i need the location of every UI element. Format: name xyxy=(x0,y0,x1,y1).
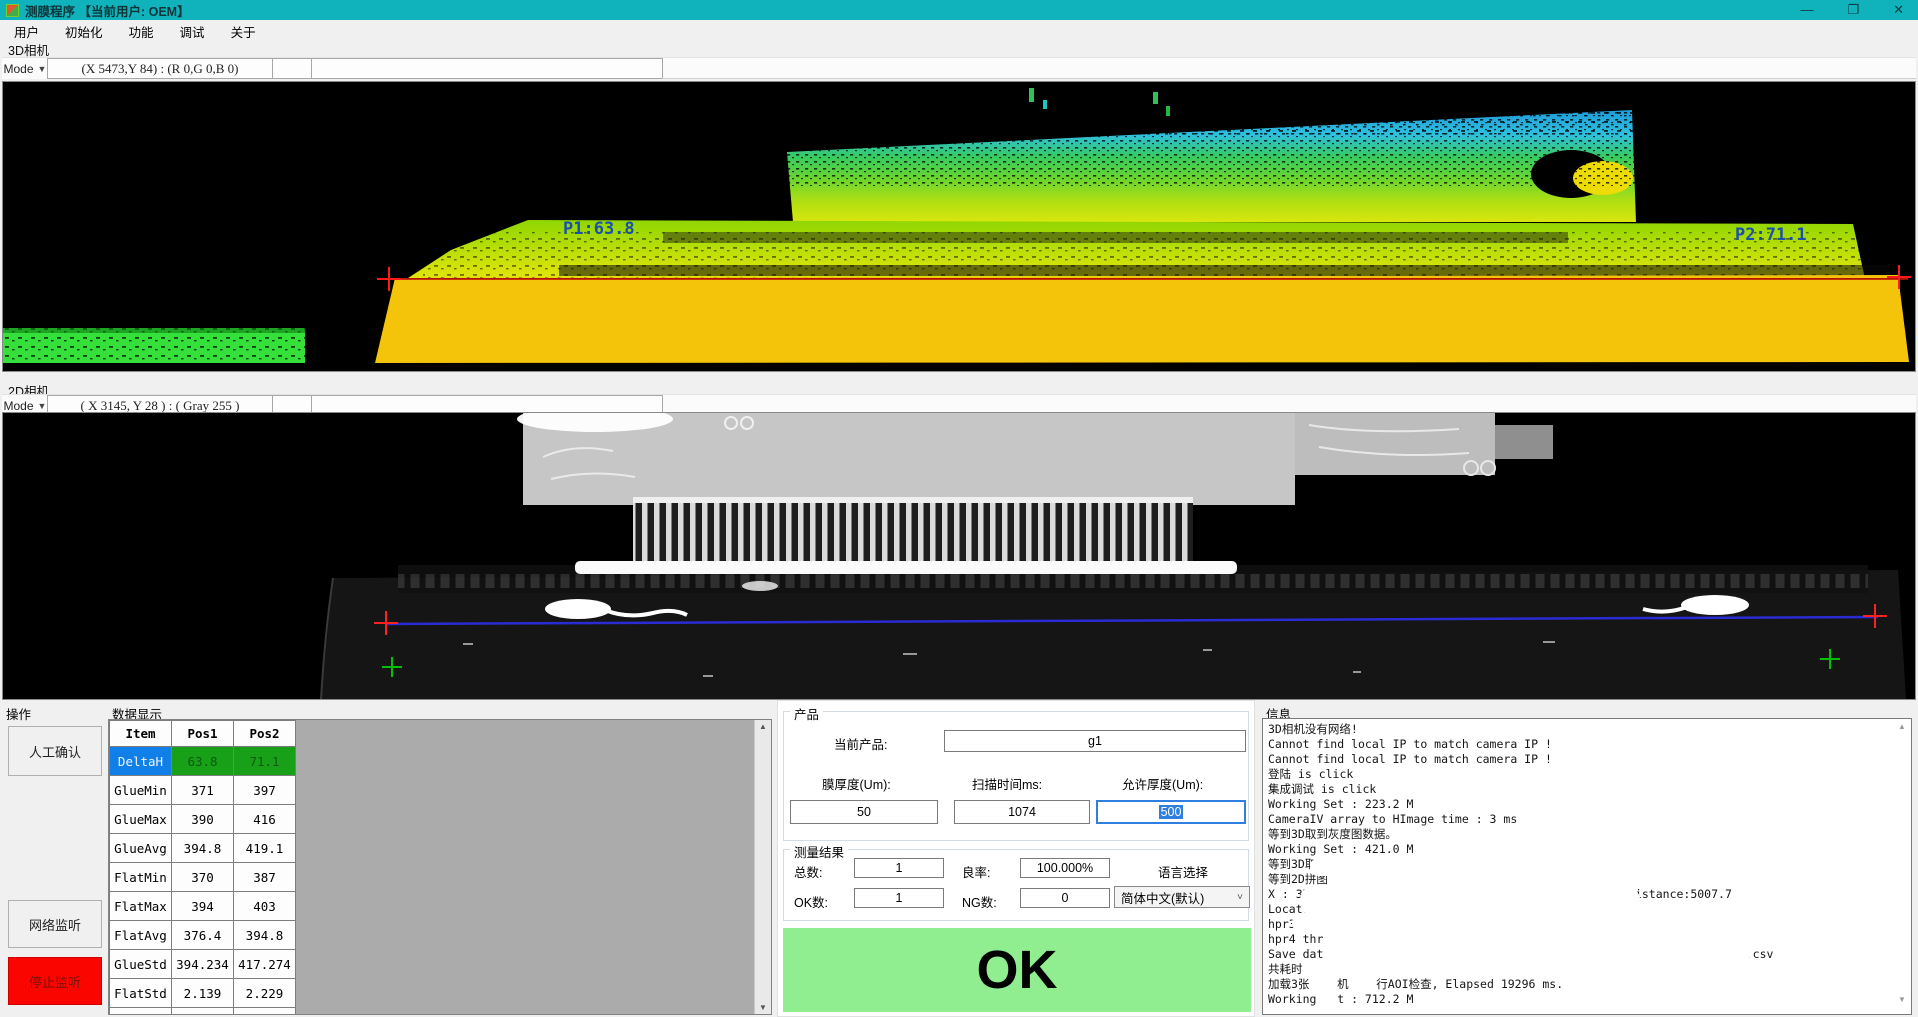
result-status-banner: OK xyxy=(783,928,1251,1012)
chevron-down-icon: ˅ xyxy=(1237,892,1243,903)
yield-label: 良率: xyxy=(962,862,990,881)
current-product-label: 当前产品: xyxy=(834,734,887,753)
scroll-down-icon[interactable]: ▼ xyxy=(759,1003,767,1012)
menu-debug[interactable]: 调试 xyxy=(180,22,205,37)
2d-grayscale-image xyxy=(3,413,1915,699)
menu-init[interactable]: 初始化 xyxy=(65,22,103,37)
redaction-blob xyxy=(1420,948,1750,964)
results-group-label: 测量结果 xyxy=(790,842,848,861)
redaction-blob xyxy=(1300,886,1640,916)
manual-confirm-button[interactable]: 人工确认 xyxy=(8,726,102,776)
current-product-field[interactable]: g1 xyxy=(944,730,1246,752)
allowed-thickness-field[interactable]: 500 xyxy=(1096,800,1246,824)
p1-measurement-label: P1:63.8 xyxy=(563,219,635,239)
yield-field[interactable]: 100.000% xyxy=(1020,858,1110,878)
table-row[interactable]: X 2583.5 7966.7 xyxy=(110,1008,296,1016)
ng-count-field[interactable]: 0 xyxy=(1020,888,1110,908)
language-label: 语言选择 xyxy=(1158,862,1208,881)
toolbar-cell xyxy=(662,58,1916,79)
table-header-row: Item Pos1 Pos2 xyxy=(110,721,296,747)
table-row[interactable]: DeltaH 63.8 71.1 xyxy=(110,747,296,776)
table-row[interactable]: FlatAvg 376.4 394.8 xyxy=(110,921,296,950)
operations-label: 操作 xyxy=(6,704,31,723)
col-pos1: Pos1 xyxy=(172,721,234,747)
measurement-table: Item Pos1 Pos2 DeltaH 63.8 71.1 GlueMin … xyxy=(109,720,296,1015)
selected-text: 500 xyxy=(1159,805,1184,819)
scroll-up-icon[interactable]: ▲ xyxy=(1898,722,1906,731)
redaction-blob xyxy=(1292,913,1447,933)
close-button[interactable]: ✕ xyxy=(1893,0,1904,20)
scan-time-field[interactable]: 1074 xyxy=(954,800,1090,824)
chevron-down-icon: ▼ xyxy=(38,64,47,74)
network-listen-button[interactable]: 网络监听 xyxy=(8,900,102,948)
app-icon xyxy=(6,4,19,17)
table-row[interactable]: GlueMin 371 397 xyxy=(110,776,296,805)
chevron-down-icon: ▼ xyxy=(38,401,47,411)
title-bar: 测膜程序 【当前用户: OEM】 — ❐ ✕ xyxy=(0,0,1918,20)
total-label: 总数: xyxy=(794,862,822,881)
table-row[interactable]: GlueMax 390 416 xyxy=(110,805,296,834)
table-row[interactable]: FlatMax 394 403 xyxy=(110,892,296,921)
menu-function[interactable]: 功能 xyxy=(129,22,154,37)
window-title: 测膜程序 【当前用户: OEM】 xyxy=(25,1,190,20)
table-row[interactable]: GlueAvg 394.8 419.1 xyxy=(110,834,296,863)
camera-3d-pixel-readout: (X 5473,Y 84) : (R 0,G 0,B 0) xyxy=(47,58,273,79)
results-group: 测量结果 总数: 1 良率: 100.000% 语言选择 OK数: 1 NG数:… xyxy=(783,849,1249,921)
allowed-thickness-label: 允许厚度(Um): xyxy=(1122,774,1203,793)
data-display-panel: Item Pos1 Pos2 DeltaH 63.8 71.1 GlueMin … xyxy=(108,719,772,1015)
camera-2d-view[interactable] xyxy=(2,412,1916,700)
ng-count-label: NG数: xyxy=(962,892,997,911)
camera-3d-toolbar: Mode ▼ (X 5473,Y 84) : (R 0,G 0,B 0) xyxy=(2,57,1916,79)
p2-measurement-label: P2:71.1 xyxy=(1735,225,1807,245)
3d-heightmap-image: P1:63.8 P2:71.1 xyxy=(3,82,1915,371)
table-row[interactable]: GlueStd 394.234 417.274 xyxy=(110,950,296,979)
table-row[interactable]: FlatStd 2.139 2.229 xyxy=(110,979,296,1008)
toolbar-cell xyxy=(272,58,312,79)
scroll-down-icon[interactable]: ▼ xyxy=(1898,995,1906,1004)
film-thickness-field[interactable]: 50 xyxy=(790,800,938,824)
camera-3d-mode-button[interactable]: Mode ▼ xyxy=(2,58,48,79)
menu-about[interactable]: 关于 xyxy=(231,22,256,37)
scan-time-label: 扫描时间ms: xyxy=(972,774,1042,793)
col-item: Item xyxy=(110,721,172,747)
table-scrollbar[interactable]: ▲ ▼ xyxy=(754,720,771,1014)
stop-listen-button[interactable]: 停止监听 xyxy=(8,957,102,1005)
product-panel: 产品 当前产品: g1 膜厚度(Um): 扫描时间ms: 允许厚度(Um): 5… xyxy=(777,700,1255,1017)
redaction-blob xyxy=(1310,858,1388,876)
minimize-button[interactable]: — xyxy=(1800,0,1813,20)
menu-user[interactable]: 用户 xyxy=(14,22,39,37)
ok-count-label: OK数: xyxy=(794,892,828,911)
menu-bar: 用户 初始化 功能 调试 关于 xyxy=(0,20,1918,39)
camera-3d-view[interactable]: P1:63.8 P2:71.1 xyxy=(2,81,1916,372)
total-field[interactable]: 1 xyxy=(854,858,944,878)
ok-count-field[interactable]: 1 xyxy=(854,888,944,908)
toolbar-cell xyxy=(311,58,663,79)
film-thickness-label: 膜厚度(Um): xyxy=(822,774,891,793)
product-group: 产品 当前产品: g1 膜厚度(Um): 扫描时间ms: 允许厚度(Um): 5… xyxy=(783,711,1249,841)
scroll-up-icon[interactable]: ▲ xyxy=(759,722,767,731)
col-pos2: Pos2 xyxy=(234,721,296,747)
table-row[interactable]: FlatMin 370 387 xyxy=(110,863,296,892)
maximize-button[interactable]: ❐ xyxy=(1847,0,1859,20)
product-group-label: 产品 xyxy=(790,704,823,723)
language-select[interactable]: 简体中文(默认) ˅ xyxy=(1114,886,1250,908)
